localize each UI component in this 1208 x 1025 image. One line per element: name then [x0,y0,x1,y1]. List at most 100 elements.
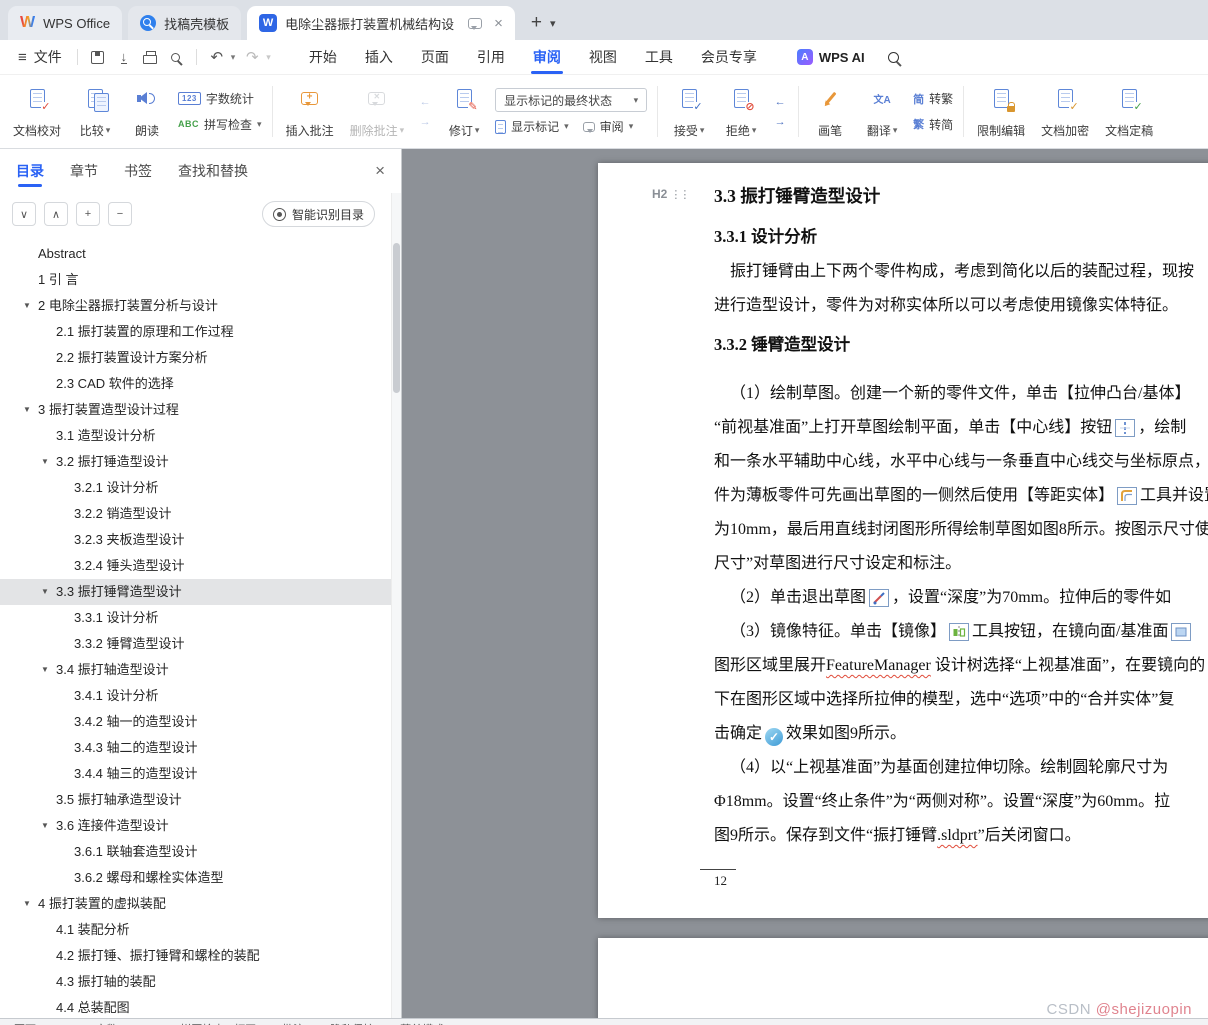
toc-item[interactable]: 3.2.3 夹板造型设计 [0,527,401,553]
tab-view[interactable]: 视图 [575,40,631,74]
close-panel-icon[interactable]: × [375,161,385,181]
track-changes-button[interactable]: ✎ 修订 ▾ [439,80,489,143]
previous-comment-button[interactable]: ← [416,94,434,109]
to-traditional-button[interactable]: 简 转繁 [913,90,953,107]
ink-brush-button[interactable]: 画笔 [805,80,855,143]
decrease-level-button[interactable]: − [108,202,132,226]
tab-review[interactable]: 审阅 [519,40,575,74]
increase-level-button[interactable]: + [76,202,100,226]
wps-ai-button[interactable]: A WPS AI [796,49,865,65]
undo-button[interactable]: ↶ [204,45,230,69]
reject-change-button[interactable]: ⊘ 拒绝 ▾ [716,80,766,143]
markup-state-select[interactable]: 显示标记的最终状态 ▾ [495,88,648,112]
panel-tab-find-replace[interactable]: 查找和替换 [178,149,248,193]
toc-item[interactable]: ▼ 2 电除尘器振打装置分析与设计 [0,293,401,319]
collapse-all-button[interactable]: ∨ [12,202,36,226]
search-button[interactable] [881,45,907,69]
tab-template-store[interactable]: 找稿壳模板 [128,6,242,40]
expand-triangle-icon[interactable]: ▼ [23,397,31,423]
toc-item[interactable]: 3.2.1 设计分析 [0,475,401,501]
redo-caret-icon[interactable]: ▾ [266,52,271,63]
save-button[interactable] [85,45,111,69]
export-button[interactable]: ↓ [111,45,137,69]
accept-change-button[interactable]: ✓ 接受 ▾ [664,80,714,143]
tab-wps-office[interactable]: W WPS Office [8,6,123,40]
new-tab-button[interactable]: + [531,13,542,32]
print-button[interactable] [137,45,163,69]
toc-item[interactable]: ▼ 3.2 振打锤造型设计 [0,449,401,475]
document-page-1[interactable]: H2 ⋮⋮ 3.3 振打锤臂造型设计 3.3.1 设计分析 振打锤臂由上下两个零件… [598,163,1208,918]
tab-tools[interactable]: 工具 [631,40,687,74]
expand-triangle-icon[interactable]: ▼ [41,657,49,683]
tab-start[interactable]: 开始 [295,40,351,74]
next-change-button[interactable]: → [771,114,789,129]
expand-all-button[interactable]: ∧ [44,202,68,226]
toc-item[interactable]: Abstract [0,241,401,267]
expand-triangle-icon[interactable]: ▼ [41,579,49,605]
toc-item[interactable]: 4.1 装配分析 [0,917,401,943]
redo-button[interactable]: ↷ [239,45,265,69]
expand-triangle-icon[interactable]: ▼ [41,449,49,475]
toc-item[interactable]: 3.2.2 销造型设计 [0,501,401,527]
toc-item[interactable]: 3.3.2 锤臂造型设计 [0,631,401,657]
tab-member[interactable]: 会员专享 [687,40,771,74]
show-markup-button[interactable]: 显示标记 ▾ [495,118,569,135]
panel-tab-chapters[interactable]: 章节 [70,149,98,193]
smart-toc-button[interactable]: 智能识别目录 [261,201,375,227]
toc-item[interactable]: 3.6.1 联轴套造型设计 [0,839,401,865]
toc-item[interactable]: 3.3.1 设计分析 [0,605,401,631]
compare-button[interactable]: 比较 ▾ [70,80,120,143]
finalize-document-button[interactable]: ✓ 文档定稿 [1098,80,1160,143]
toc-item[interactable]: 3.4.4 轴三的造型设计 [0,761,401,787]
expand-triangle-icon[interactable]: ▼ [23,293,31,319]
previous-change-button[interactable]: ← [771,94,789,109]
toc-item[interactable]: 3.5 振打轴承造型设计 [0,787,401,813]
print-preview-button[interactable] [163,45,189,69]
toc-item[interactable]: 3.4.2 轴一的造型设计 [0,709,401,735]
toc-item[interactable]: 4.4 总装配图 [0,995,401,1018]
toc-item[interactable]: ▼ 3 振打装置造型设计过程 [0,397,401,423]
tab-insert[interactable]: 插入 [351,40,407,74]
toc-item[interactable]: 3.4.1 设计分析 [0,683,401,709]
expand-triangle-icon[interactable]: ▼ [23,891,31,917]
tab-current-document[interactable]: W 电除尘器振打装置机械结构设 × [247,6,515,40]
encrypt-document-button[interactable]: ✓ 文档加密 [1034,80,1096,143]
to-simplified-button[interactable]: 繁 转简 [913,116,953,133]
toc-item[interactable]: 4.3 振打轴的装配 [0,969,401,995]
toc-item[interactable]: ▼ 3.6 连接件造型设计 [0,813,401,839]
toc-item[interactable]: ▼ 3.3 振打锤臂造型设计 [0,579,401,605]
toc-item[interactable]: 3.6.2 螺母和螺栓实体造型 [0,865,401,891]
spell-check-button[interactable]: ABC 拼写检查 ▾ [178,116,262,133]
undo-caret-icon[interactable]: ▾ [231,52,236,63]
insert-comment-button[interactable]: + 插入批注 [279,80,341,143]
toc-item[interactable]: 2.3 CAD 软件的选择 [0,371,401,397]
panel-tab-bookmarks[interactable]: 书签 [124,149,152,193]
panel-tab-toc[interactable]: 目录 [16,149,44,193]
tab-list-caret-icon[interactable]: ▾ [550,17,556,30]
toc-item[interactable]: 2.1 振打装置的原理和工作过程 [0,319,401,345]
toc-item[interactable]: 1 引 言 [0,267,401,293]
word-count-button[interactable]: 123 字数统计 [178,90,262,107]
close-tab-icon[interactable]: × [494,15,503,32]
toc-item[interactable]: ▼ 4 振打装置的虚拟装配 [0,891,401,917]
toc-item[interactable]: 3.2.4 锤头造型设计 [0,553,401,579]
doc-proofread-button[interactable]: ✓ 文档校对 [6,80,68,143]
tab-reference[interactable]: 引用 [463,40,519,74]
file-menu-button[interactable]: ≡ 文件 [10,47,70,67]
toc-scrollbar[interactable] [391,193,401,1018]
review-pane-button[interactable]: 审阅 ▾ [582,118,633,135]
toc-item[interactable]: ▼ 3.4 振打轴造型设计 [0,657,401,683]
delete-comment-button[interactable]: × 删除批注 ▾ [343,80,412,143]
toc-item[interactable]: 3.4.3 轴二的造型设计 [0,735,401,761]
restrict-editing-button[interactable]: 限制编辑 [970,80,1032,143]
toc-scrollbar-thumb[interactable] [393,243,400,393]
translate-button[interactable]: 文A 翻译 ▾ [857,80,907,143]
tab-page[interactable]: 页面 [407,40,463,74]
read-aloud-button[interactable]: 朗读 [122,80,172,143]
toc-item[interactable]: 4.2 振打锤、振打锤臂和螺栓的装配 [0,943,401,969]
toc-item[interactable]: 2.2 振打装置设计方案分析 [0,345,401,371]
next-comment-button[interactable]: → [416,114,434,129]
chat-bubble-icon[interactable] [468,17,483,30]
heading-drag-handle[interactable]: H2 ⋮⋮ [652,187,690,201]
toc-item[interactable]: 3.1 造型设计分析 [0,423,401,449]
